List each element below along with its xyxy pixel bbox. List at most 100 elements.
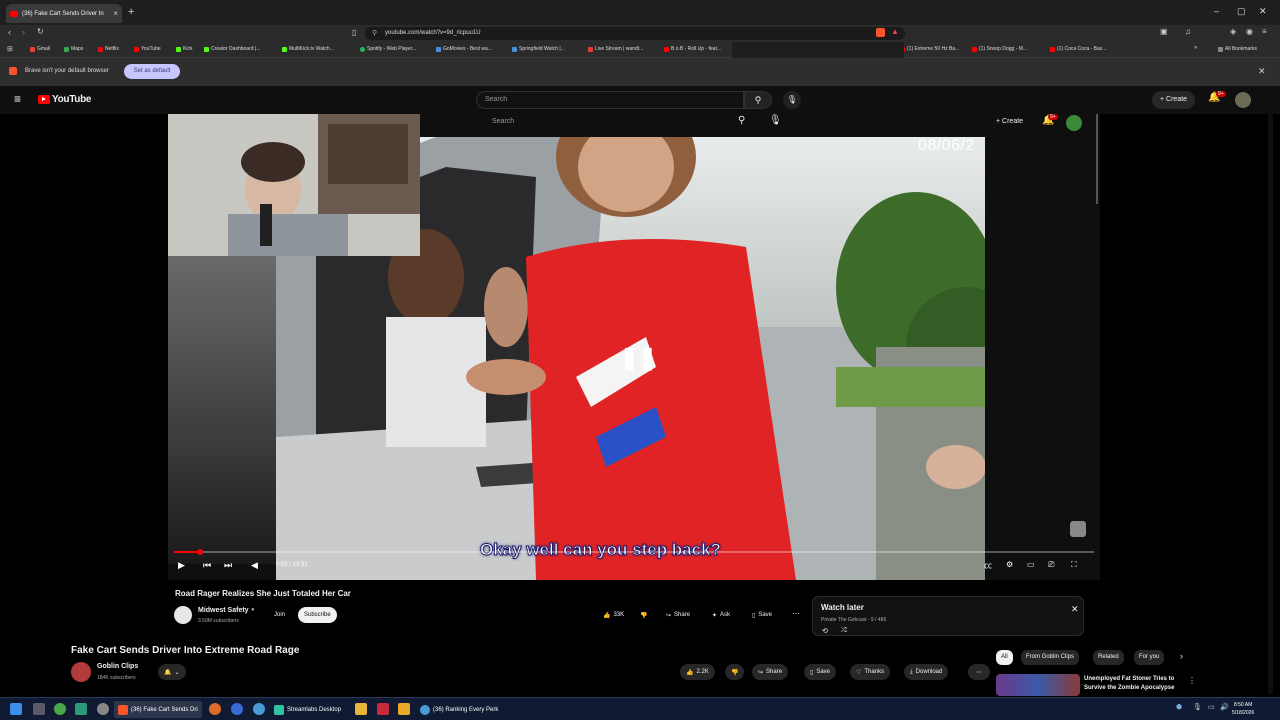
brave-rewards-icon[interactable]: ▲	[891, 27, 899, 36]
bookmark-item[interactable]: B.o.B - Roll Up - feat...	[664, 46, 721, 52]
bookmark-item[interactable]: (1) Extreme 50 Hz Ba...	[900, 46, 959, 52]
xbox-icon[interactable]	[54, 703, 66, 715]
hamburger-menu-icon[interactable]: ≡	[14, 92, 21, 106]
suggested-title-line2[interactable]: Survive the Zombie Apocalypse	[1084, 685, 1174, 691]
app-icon[interactable]	[231, 703, 243, 715]
volume-icon[interactable]: ◀	[251, 560, 258, 571]
bookmark-item[interactable]: (1) Snoop Dogg - M...	[972, 46, 1027, 52]
captions-icon[interactable]: ㏄	[984, 560, 992, 571]
cast-icon[interactable]: ⎚	[1048, 560, 1054, 570]
bookmark-item[interactable]: Springfield Watch |...	[512, 46, 565, 52]
close-infobar-icon[interactable]: ✕	[1258, 66, 1266, 77]
close-tab-icon[interactable]: ×	[113, 9, 118, 18]
bookmark-item[interactable]: Maps	[64, 46, 83, 52]
reload-icon[interactable]: ↻	[37, 27, 44, 36]
more-actions-button[interactable]: ⋯	[968, 664, 990, 680]
sidebar-icon[interactable]: ▣	[1160, 27, 1168, 36]
site-info-icon[interactable]: ⚲	[372, 29, 377, 37]
taskbar-app-streamlabs[interactable]: Streamlabs Desktop	[270, 701, 345, 718]
bookmark-item[interactable]: GoMovies - Best wa...	[436, 46, 492, 52]
suggested-more-icon[interactable]: ⋮	[1188, 676, 1196, 685]
close-window-icon[interactable]: ✕	[1259, 6, 1267, 17]
firefox-icon[interactable]	[209, 703, 221, 715]
menu-icon[interactable]: ≡	[1262, 27, 1267, 36]
app-icon[interactable]	[377, 703, 389, 715]
voice-search-button[interactable]: 🎙	[783, 91, 801, 109]
search-button[interactable]: ⚲	[744, 91, 772, 109]
bookmark-item[interactable]: Live Stream | wandt...	[588, 46, 643, 52]
play-icon[interactable]: ▶	[178, 560, 185, 571]
maximize-icon[interactable]: ▢	[1237, 6, 1246, 17]
new-tab-icon[interactable]: +	[128, 6, 134, 18]
dislike-button[interactable]: 👎	[725, 664, 745, 680]
volume-tray-icon[interactable]: 🔊	[1220, 703, 1229, 711]
back-icon[interactable]: ‹	[8, 27, 11, 37]
music-icon[interactable]: ♫	[1185, 27, 1191, 36]
start-icon[interactable]	[10, 703, 22, 715]
page-scrollbar[interactable]	[1268, 114, 1273, 694]
create-button[interactable]: + Create	[1152, 91, 1196, 109]
bookmark-item[interactable]: (1) Coca Coca - Bas...	[1050, 46, 1106, 52]
set-default-button[interactable]: Set as default	[124, 64, 180, 79]
suggested-title-line1[interactable]: Unemployed Fat Stoner Tries to	[1084, 676, 1174, 682]
miniplayer-icon[interactable]: ▭	[1027, 560, 1035, 569]
bookmark-item[interactable]: Spotify - Web Player...	[360, 46, 416, 52]
fullscreen-icon[interactable]: ⛶	[1071, 560, 1077, 570]
vpn-icon[interactable]: ◉	[1246, 27, 1253, 36]
youtube-logo[interactable]: YouTube	[38, 94, 92, 105]
app-icon[interactable]	[75, 703, 87, 715]
folder-icon[interactable]	[355, 703, 367, 715]
browser-tab-active[interactable]: (36) Fake Cart Sends Driver In ×	[6, 4, 122, 23]
mic-tray-icon[interactable]: 🎙	[1193, 703, 1202, 711]
bookmark-item[interactable]: MultiKick.tv Watch...	[282, 46, 334, 52]
previous-icon[interactable]: ⏮	[203, 560, 211, 571]
bookmark-icon[interactable]: ▯	[352, 28, 356, 37]
bookmark-item[interactable]: Creator Dashboard |...	[204, 46, 260, 52]
taskbar-app-chrome[interactable]: (36) Ranking Every Perk	[416, 701, 502, 718]
search-taskbar-icon[interactable]	[33, 703, 45, 715]
tray-icon[interactable]: ⬢	[1176, 703, 1182, 711]
all-bookmarks[interactable]: All Bookmarks	[1218, 46, 1257, 52]
brave-logo-icon	[9, 67, 17, 75]
chip-related[interactable]: Related	[1093, 650, 1124, 665]
url-field[interactable]: ⚲ youtube.com/watch?v=9d_ricpuu1U	[365, 27, 905, 40]
chip-from-channel[interactable]: From Goblin Clips	[1021, 650, 1080, 665]
bookmark-item[interactable]: Netflix	[98, 46, 119, 52]
chip-all[interactable]: All	[996, 650, 1013, 665]
progress-scrubber[interactable]	[197, 549, 203, 555]
minimize-icon[interactable]: –	[1214, 6, 1219, 16]
account-avatar[interactable]	[1235, 92, 1251, 108]
webcam-art	[168, 114, 420, 256]
suggested-thumbnail[interactable]	[996, 674, 1080, 696]
search-input[interactable]: Search	[476, 91, 744, 109]
download-button[interactable]: ⤓ Download	[904, 664, 949, 680]
app-icon[interactable]	[398, 703, 410, 715]
app-icon[interactable]	[97, 703, 109, 715]
save-button[interactable]: ▯ Save	[804, 664, 836, 680]
share-button[interactable]: ↪ Share	[752, 664, 789, 680]
bookmark-item[interactable]: Gmail	[30, 46, 50, 52]
next-icon[interactable]: ⏭	[224, 560, 232, 571]
chips-next-icon[interactable]: ›	[1180, 651, 1183, 661]
chrome-icon[interactable]	[253, 703, 265, 715]
settings-gear-icon[interactable]: ⚙	[1006, 560, 1013, 569]
more-bookmarks-icon[interactable]: »	[1194, 45, 1197, 51]
forward-icon[interactable]: ›	[22, 27, 25, 37]
main-channel-avatar[interactable]	[71, 662, 91, 682]
main-channel-name[interactable]: Goblin Clips	[97, 663, 138, 670]
taskbar-clock[interactable]: 8:50 AM 5/18/2026	[1232, 701, 1254, 717]
pause-icon[interactable]: ❚❚	[620, 345, 657, 371]
subscribed-button[interactable]: 🔔 ⌄	[158, 664, 186, 680]
video-progress-bar[interactable]	[174, 549, 1094, 555]
wallet-icon[interactable]: ◈	[1230, 27, 1236, 36]
bookmark-item[interactable]: YouTube	[134, 46, 161, 52]
bookmark-item[interactable]: Kick	[176, 46, 192, 52]
network-icon[interactable]: ▭	[1208, 703, 1215, 711]
brave-shields-icon[interactable]	[876, 28, 885, 37]
chip-for-you[interactable]: For you	[1134, 650, 1165, 665]
thanks-button[interactable]: ♡ Thanks	[850, 664, 891, 680]
stream-create-label: Create	[1002, 118, 1024, 125]
like-button[interactable]: 👍 2.2K	[680, 664, 715, 680]
taskbar-app-brave[interactable]: (36) Fake Cart Sends Dri	[114, 701, 202, 718]
apps-grid-icon[interactable]: ⊞	[7, 45, 13, 53]
